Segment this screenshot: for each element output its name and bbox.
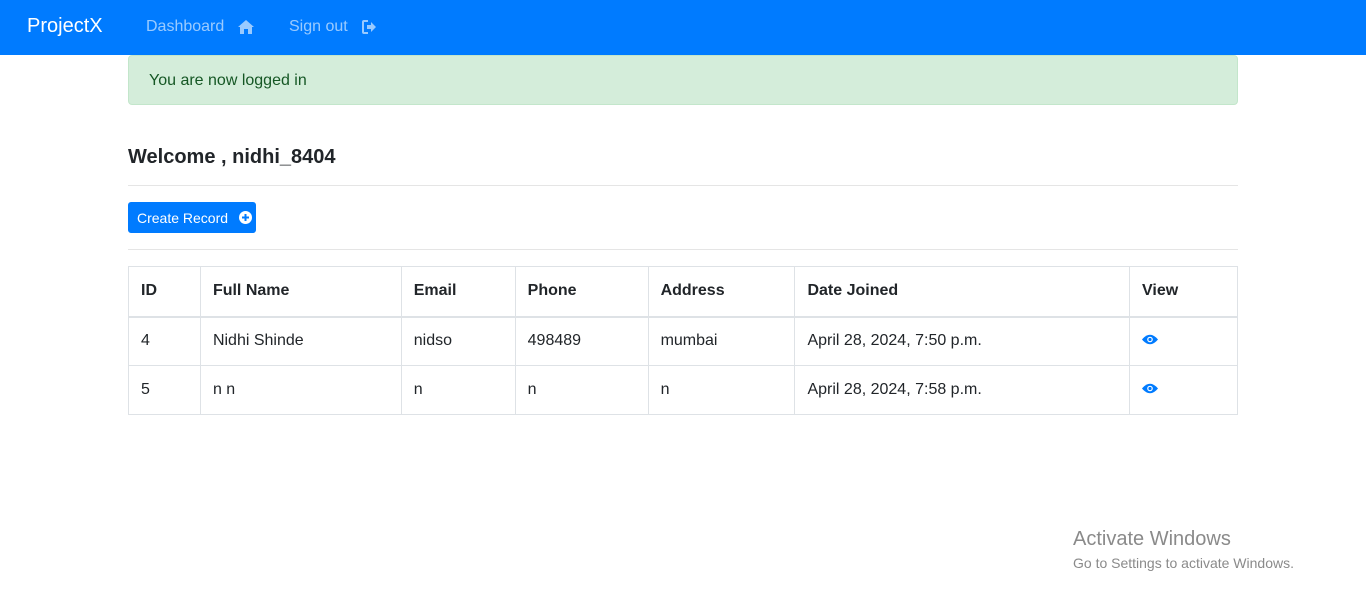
cell-id: 5 <box>128 365 201 415</box>
cell-view <box>1129 316 1238 366</box>
navbar: ProjectX Dashboard Sign out <box>0 0 1366 55</box>
watermark-subtitle: Go to Settings to activate Windows. <box>1073 555 1294 571</box>
records-table: ID Full Name Email Phone Address Date Jo… <box>128 266 1238 415</box>
cell-address: mumbai <box>647 316 796 366</box>
header-date-joined: Date Joined <box>794 266 1131 318</box>
cell-phone: 498489 <box>514 316 649 366</box>
welcome-heading: Welcome , nidhi_8404 <box>128 146 336 168</box>
cell-full-name: n n <box>199 365 402 415</box>
header-phone: Phone <box>514 266 649 318</box>
create-record-button[interactable]: Create Record <box>128 202 256 233</box>
divider <box>128 185 1238 186</box>
home-icon <box>238 20 255 34</box>
cell-email: nidso <box>400 316 516 366</box>
eye-icon[interactable] <box>1142 383 1159 394</box>
eye-icon[interactable] <box>1142 334 1159 345</box>
header-full-name: Full Name <box>199 266 402 318</box>
cell-view <box>1129 365 1238 415</box>
header-view: View <box>1129 266 1238 318</box>
create-record-label: Create Record <box>137 209 229 226</box>
table-header-row: ID Full Name Email Phone Address Date Jo… <box>128 266 1238 318</box>
divider <box>128 249 1238 250</box>
table-row: 5 n n n n n April 28, 2024, 7:58 p.m. <box>128 365 1238 415</box>
alert-message: You are now logged in <box>149 72 307 89</box>
nav-dashboard-label: Dashboard <box>146 18 225 35</box>
windows-activation-watermark: Activate Windows Go to Settings to activ… <box>1073 528 1294 571</box>
watermark-title: Activate Windows <box>1073 528 1231 550</box>
brand-link[interactable]: ProjectX <box>27 15 103 38</box>
table-row: 4 Nidhi Shinde nidso 498489 mumbai April… <box>128 316 1238 366</box>
cell-date-joined: April 28, 2024, 7:50 p.m. <box>794 316 1131 366</box>
cell-address: n <box>647 365 796 415</box>
nav-signout-label: Sign out <box>289 18 348 35</box>
plus-circle-icon <box>239 211 253 224</box>
header-id: ID <box>128 266 201 318</box>
sign-out-icon <box>361 20 377 34</box>
nav-signout-link[interactable]: Sign out <box>289 18 377 36</box>
header-email: Email <box>400 266 516 318</box>
cell-phone: n <box>514 365 649 415</box>
cell-full-name: Nidhi Shinde <box>199 316 402 366</box>
cell-id: 4 <box>128 316 201 366</box>
cell-date-joined: April 28, 2024, 7:58 p.m. <box>794 365 1131 415</box>
cell-email: n <box>400 365 516 415</box>
login-success-alert: You are now logged in <box>128 55 1238 105</box>
header-address: Address <box>647 266 796 318</box>
nav-dashboard-link[interactable]: Dashboard <box>146 18 255 36</box>
